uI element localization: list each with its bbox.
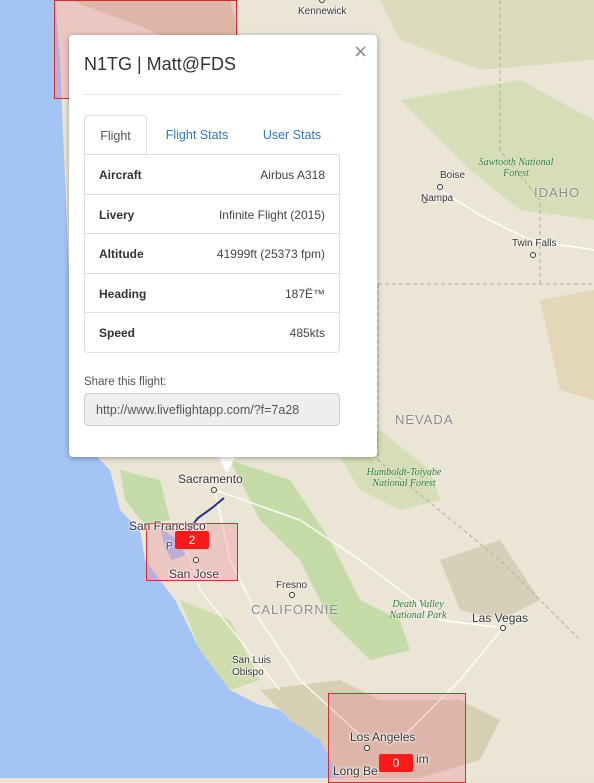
city-label-long-beach: Long Be bbox=[333, 764, 378, 778]
table-row: Speed 485kts bbox=[85, 312, 339, 352]
row-value: 41999ft (25373 fpm) bbox=[216, 247, 325, 261]
city-label-fresno: Fresno bbox=[276, 580, 308, 591]
table-row: Aircraft Airbus A318 bbox=[85, 154, 339, 194]
park-label-sawtooth: Sawtooth National Forest bbox=[478, 157, 554, 179]
row-key: Livery bbox=[99, 207, 135, 222]
tab-user-stats[interactable]: User Stats bbox=[250, 115, 334, 153]
city-label-twin-falls: Twin Falls bbox=[512, 238, 557, 249]
city-label-san-jose: San Jose bbox=[169, 567, 220, 581]
table-row: Livery Infinite Flight (2015) bbox=[85, 193, 339, 234]
tab-flight-stats[interactable]: Flight Stats bbox=[154, 115, 240, 153]
row-value: Airbus A318 bbox=[260, 168, 325, 182]
table-row: Altitude 41999ft (25373 fpm) bbox=[85, 233, 339, 273]
city-label-kennewick: Kennewick bbox=[298, 6, 347, 17]
state-label-nevada: NEVADA bbox=[395, 412, 454, 427]
city-dot-twin-falls bbox=[530, 252, 536, 258]
row-key: Altitude bbox=[99, 247, 144, 261]
city-label-san-luis-obispo: San Luis Obispo bbox=[232, 655, 271, 678]
city-label-anaheim: im bbox=[416, 752, 429, 766]
share-label: Share this flight: bbox=[84, 376, 167, 388]
flight-info-popup: × N1TG | Matt@FDS Flight Flight Stats Us… bbox=[69, 35, 377, 457]
row-value: 187Ë™ bbox=[284, 286, 325, 301]
state-label-california: CALIFORNIE bbox=[251, 602, 340, 617]
park-label-death-valley: Death Valley National Park bbox=[389, 599, 447, 621]
popup-pointer bbox=[218, 456, 236, 473]
cluster-count-badge[interactable]: 0 bbox=[379, 754, 413, 772]
city-label-sacramento: Sacramento bbox=[178, 472, 243, 486]
city-dot-los-angeles bbox=[364, 745, 370, 751]
state-label-idaho: IDAHO bbox=[534, 185, 581, 200]
share-url-field[interactable] bbox=[84, 393, 340, 426]
city-label-pa: P bbox=[166, 541, 173, 552]
popup-title: N1TG | Matt@FDS bbox=[84, 54, 236, 74]
row-value: Infinite Flight (2015) bbox=[218, 207, 325, 222]
row-key: Heading bbox=[99, 286, 147, 301]
close-icon[interactable]: × bbox=[353, 41, 368, 62]
table-row: Heading 187Ë™ bbox=[85, 272, 339, 313]
popup-tabs: Flight Flight Stats User Stats bbox=[84, 115, 340, 155]
city-dot-sacramento bbox=[211, 487, 217, 493]
city-label-boise: Boise bbox=[440, 170, 466, 181]
flight-info-table: Aircraft Airbus A318 Livery Infinite Fli… bbox=[84, 154, 340, 353]
city-label-las-vegas: Las Vegas bbox=[472, 611, 529, 625]
city-dot-las-vegas bbox=[500, 625, 506, 631]
row-key: Speed bbox=[99, 326, 136, 340]
cluster-count-badge[interactable]: 2 bbox=[175, 531, 209, 549]
city-dot-boise bbox=[437, 184, 443, 190]
city-label-nampa: Nampa bbox=[421, 193, 454, 204]
row-key: Aircraft bbox=[99, 168, 142, 182]
city-dot-fresno bbox=[289, 592, 295, 598]
city-dot-san-jose bbox=[193, 557, 199, 563]
divider bbox=[84, 94, 340, 95]
park-label-humboldt: Humboldt-Toiyabe National Forest bbox=[366, 467, 442, 489]
tab-flight[interactable]: Flight bbox=[84, 115, 147, 155]
city-label-los-angeles: Los Angeles bbox=[350, 730, 416, 744]
row-value: 485kts bbox=[289, 326, 325, 340]
